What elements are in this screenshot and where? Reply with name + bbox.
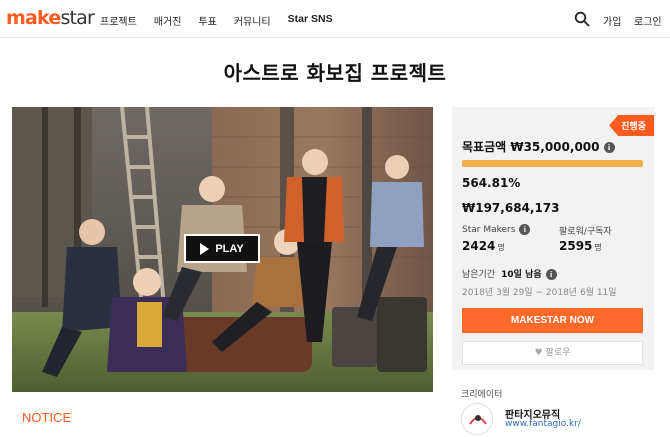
search-icon[interactable] <box>574 11 590 27</box>
goal-amount-text: 목표금액 ₩35,000,000 <box>462 140 600 154</box>
followers-label: 팔로워/구독자 <box>559 227 612 237</box>
nav-item-vote[interactable]: 투표 <box>198 13 216 28</box>
funded-amount: ₩197,684,173 <box>462 201 560 215</box>
funding-progress-bar <box>462 160 643 167</box>
remaining-period: 남은기간 10일 남음 i <box>462 267 557 280</box>
campaign-date-range: 2018년 3월 29일 ~ 2018년 6월 11일 <box>462 288 617 298</box>
login-link[interactable]: 로그인 <box>634 13 662 28</box>
funding-progress-fill <box>462 160 643 167</box>
nav-item-star-sns[interactable]: Star SNS <box>288 13 333 28</box>
play-button[interactable]: PLAY <box>184 234 260 263</box>
followers-unit: 명 <box>594 243 602 252</box>
project-video-thumbnail[interactable]: PLAY <box>12 107 433 392</box>
logo-make-text: make <box>6 7 61 29</box>
signup-link[interactable]: 가입 <box>603 13 621 28</box>
info-icon[interactable]: i <box>603 142 615 153</box>
funding-percent: 564.81% <box>462 176 521 190</box>
creator-logo-image <box>463 405 492 434</box>
nav-item-projects[interactable]: 프로젝트 <box>100 13 137 28</box>
top-navigation-bar: makestar 프로젝트 매거진 투표 커뮤니티 Star SNS 가입 로그… <box>0 0 670 38</box>
makestar-logo[interactable]: makestar <box>6 7 95 29</box>
heart-icon: ♥ <box>534 348 543 358</box>
nav-item-community[interactable]: 커뮤니티 <box>234 13 271 28</box>
status-badge: 진행중 <box>609 115 654 136</box>
makestar-now-button[interactable]: MAKESTAR NOW <box>462 308 643 333</box>
star-makers-value: 2424 <box>462 239 496 253</box>
play-icon <box>200 242 210 255</box>
creator-section-label: 크리에이터 <box>461 390 503 400</box>
remaining-value: 10일 남음 <box>501 270 542 280</box>
goal-amount: 목표금액 ₩35,000,000 i <box>462 138 615 155</box>
follow-label: 팔로우 <box>545 348 571 358</box>
star-makers-label: Star Makers i <box>462 224 531 235</box>
main-nav: 프로젝트 매거진 투표 커뮤니티 Star SNS <box>100 13 350 28</box>
followers-count: 2595 명 <box>559 239 602 253</box>
star-makers-unit: 명 <box>497 243 505 252</box>
follow-button[interactable]: ♥ 팔로우 <box>462 341 643 365</box>
remaining-label: 남은기간 <box>462 270 496 280</box>
nav-item-magazine[interactable]: 매거진 <box>154 13 182 28</box>
star-makers-label-text: Star Makers <box>462 225 516 235</box>
funding-info-panel: 진행중 목표금액 ₩35,000,000 i 564.81% ₩197,684,1… <box>452 107 654 370</box>
followers-value: 2595 <box>559 239 593 253</box>
creator-avatar[interactable] <box>461 403 493 435</box>
info-icon[interactable]: i <box>545 269 557 280</box>
creator-url-link[interactable]: www.fantagio.kr/ <box>505 419 581 429</box>
notice-tab[interactable]: NOTICE <box>22 410 71 425</box>
page-title: 아스트로 화보집 프로젝트 <box>223 61 447 85</box>
play-label: PLAY <box>215 242 244 255</box>
star-makers-count: 2424 명 <box>462 239 505 253</box>
logo-star-text: star <box>60 7 95 29</box>
info-icon[interactable]: i <box>519 224 531 235</box>
